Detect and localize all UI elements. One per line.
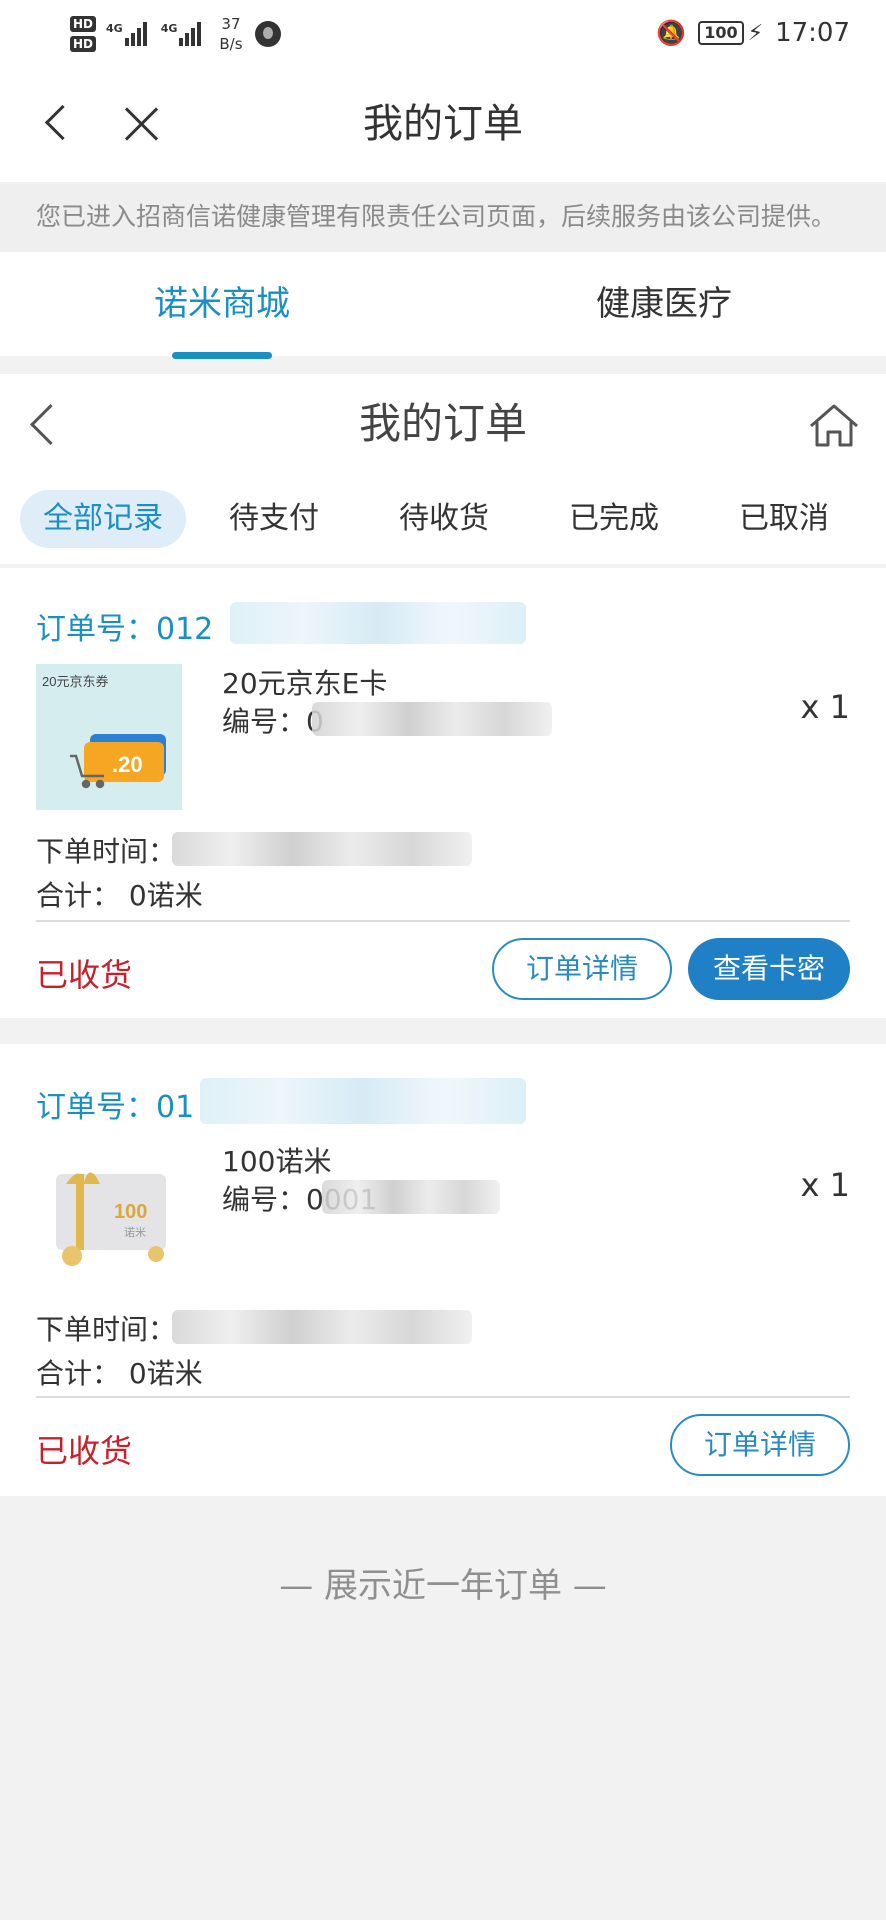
status-left: HD HD 4G 4G 37 B/s <box>70 10 281 58</box>
order-number: 订单号：01 <box>36 1090 195 1125</box>
order-time: 下单时间： <box>36 1313 177 1346</box>
hd-badge-2: HD <box>70 36 97 52</box>
signal-icon-1: 4G <box>106 22 149 46</box>
hd-badge-1: HD <box>70 16 97 32</box>
order-total: 合计： 0诺米 <box>36 1357 203 1390</box>
network-label-1: 4G <box>106 22 123 35</box>
orders-title: 我的订单 <box>358 399 527 448</box>
redacted-order-time <box>172 832 472 866</box>
gift-card-value: 100 <box>114 1201 147 1223</box>
thumb-label: 20元京东券 <box>42 674 108 689</box>
speed-unit: B/s <box>219 35 243 53</box>
order-detail-button[interactable]: 订单详情 <box>492 938 672 1000</box>
speed-value: 37 <box>221 15 241 33</box>
service-notice: 您已进入招商信诺健康管理有限责任公司页面，后续服务由该公司提供。 <box>0 182 886 252</box>
network-speed: 37 B/s <box>219 14 242 54</box>
product-name: 100诺米 <box>222 1145 332 1178</box>
filter-all[interactable]: 全部记录 <box>20 490 186 548</box>
jd-coupon-thumbnail: 20元京东券 .20 <box>36 664 182 810</box>
inner-back-icon[interactable] <box>24 400 60 450</box>
filter-completed[interactable]: 已完成 <box>552 490 676 548</box>
quantity: x 1 <box>800 688 850 726</box>
order-status: 已收货 <box>36 1432 133 1470</box>
hd-indicators: HD HD <box>70 16 97 52</box>
order-number: 订单号：012 <box>36 612 214 647</box>
back-icon[interactable] <box>40 102 76 148</box>
footer-note: — 展示近一年订单 — <box>279 1566 607 1606</box>
status-right: 🔕 100 ⚡ 17:07 <box>656 14 850 52</box>
app-title-bar: 我的订单 <box>0 66 886 182</box>
order-card: 订单号：01 100 诺米 100诺米 编号：0001 x 1 下单时间： 合计… <box>0 1044 886 1496</box>
view-card-secret-button[interactable]: 查看卡密 <box>688 938 850 1000</box>
redacted-order-number <box>200 1078 526 1124</box>
home-icon[interactable] <box>808 402 860 448</box>
clock-time: 17:07 <box>775 18 850 48</box>
filter-pending-payment[interactable]: 待支付 <box>212 490 336 548</box>
order-filter-tabs: 全部记录 待支付 待收货 已完成 已取消 <box>0 474 886 564</box>
status-bar: HD HD 4G 4G 37 B/s 🔕 100 ⚡ 17:07 <box>0 0 886 66</box>
product-code: 编号：0 <box>222 700 324 740</box>
quantity: x 1 <box>800 1166 850 1204</box>
top-tabs: 诺米商城 健康医疗 <box>0 252 886 356</box>
battery-level: 100 <box>698 21 744 45</box>
gift-card-unit: 诺米 <box>124 1226 146 1239</box>
charging-icon: ⚡ <box>747 20 764 46</box>
order-time: 下单时间： <box>36 835 177 868</box>
filter-cancelled[interactable]: 已取消 <box>722 490 846 548</box>
order-status: 已收货 <box>36 956 133 994</box>
mute-bell-icon: 🔕 <box>656 19 687 47</box>
globe-icon <box>254 21 281 47</box>
network-label-2: 4G <box>160 22 178 35</box>
redacted-order-time <box>172 1310 472 1344</box>
order-detail-button[interactable]: 订单详情 <box>670 1414 850 1476</box>
code-label: 编号： <box>222 705 307 738</box>
order-total: 合计： 0诺米 <box>36 879 203 912</box>
gift-card-icon: 100 诺米 <box>36 1144 182 1290</box>
tab-health-medical[interactable]: 健康医疗 <box>514 252 814 356</box>
active-tab-indicator <box>172 352 272 359</box>
redacted-order-number <box>230 602 526 644</box>
card-divider <box>36 1396 850 1398</box>
order-card: 订单号：012 20元京东券 .20 20元京东E卡 编号：0 x 1 下单时间… <box>0 568 886 1018</box>
code-label: 编号： <box>222 1183 307 1216</box>
orders-header: 我的订单 <box>0 374 886 474</box>
thumb-value: .20 <box>112 752 143 777</box>
redacted-product-code <box>312 702 552 736</box>
close-icon[interactable] <box>120 102 164 146</box>
product-name: 20元京东E卡 <box>222 667 388 700</box>
filter-pending-delivery[interactable]: 待收货 <box>382 490 506 548</box>
card-divider <box>36 920 850 922</box>
signal-icon-2: 4G <box>161 22 204 46</box>
redacted-product-code <box>322 1180 500 1214</box>
tab-nuomi-mall[interactable]: 诺米商城 <box>72 252 372 356</box>
